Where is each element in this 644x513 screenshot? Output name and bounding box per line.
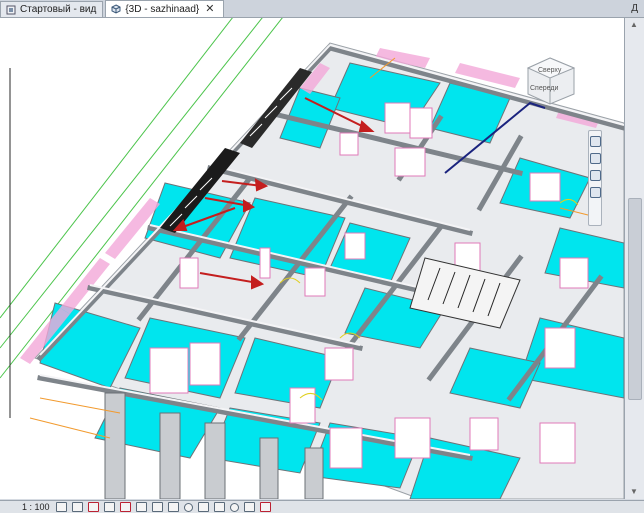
- 3d-view-icon: [111, 4, 121, 14]
- 3d-model-viewport[interactable]: Сверху Спереди: [0, 18, 625, 499]
- viewcube-face-top: Сверху: [538, 67, 562, 74]
- navigation-bar[interactable]: [588, 130, 602, 226]
- render-icon[interactable]: [119, 502, 131, 512]
- view-tab-bar: Стартовый - вид {3D - sazhinaad} ✕ Д: [0, 0, 644, 18]
- model-canvas: Сверху Спереди: [0, 18, 624, 499]
- show-crop-icon[interactable]: [151, 502, 163, 512]
- shadows-icon[interactable]: [103, 502, 115, 512]
- scrollbar-thumb[interactable]: [628, 198, 642, 400]
- scroll-up-icon[interactable]: ▲: [629, 20, 639, 30]
- zoom-icon[interactable]: [589, 153, 601, 164]
- scroll-down-icon[interactable]: ▼: [629, 487, 639, 497]
- steering-wheel-icon[interactable]: [589, 136, 601, 147]
- reveal-hidden-icon[interactable]: [197, 502, 209, 512]
- viewcube-face-front: Спереди: [530, 85, 558, 92]
- home-view-icon: [6, 5, 16, 15]
- visual-style-icon[interactable]: [71, 502, 83, 512]
- tab-label: Стартовый - вид: [20, 4, 97, 15]
- close-icon[interactable]: ✕: [203, 4, 216, 15]
- constraints-icon[interactable]: [259, 502, 271, 512]
- detail-level-icon[interactable]: [55, 502, 67, 512]
- highlight-icon[interactable]: [243, 502, 255, 512]
- tab-overflow[interactable]: Д: [631, 3, 638, 14]
- vertical-scrollbar[interactable]: ▲ ▼: [625, 18, 644, 499]
- tab-start-view[interactable]: Стартовый - вид: [0, 1, 104, 17]
- sun-path-icon[interactable]: [87, 502, 99, 512]
- view-scale[interactable]: 1 : 100: [0, 502, 56, 512]
- crop-icon[interactable]: [135, 502, 147, 512]
- view-control-bar: 1 : 100: [0, 500, 644, 513]
- lock-3d-icon[interactable]: [167, 502, 179, 512]
- pan-icon[interactable]: [589, 170, 601, 181]
- analysis-icon[interactable]: [229, 502, 239, 512]
- view-control-icons: [55, 502, 271, 512]
- orbit-icon[interactable]: [589, 187, 601, 198]
- viewcube-icon[interactable]: Сверху Спереди: [526, 57, 576, 105]
- tab-label: {3D - sazhinaad}: [125, 3, 200, 15]
- worksharing-icon[interactable]: [213, 502, 225, 512]
- temporary-hide-icon[interactable]: [183, 502, 193, 512]
- tab-3d-view[interactable]: {3D - sazhinaad} ✕: [105, 0, 224, 17]
